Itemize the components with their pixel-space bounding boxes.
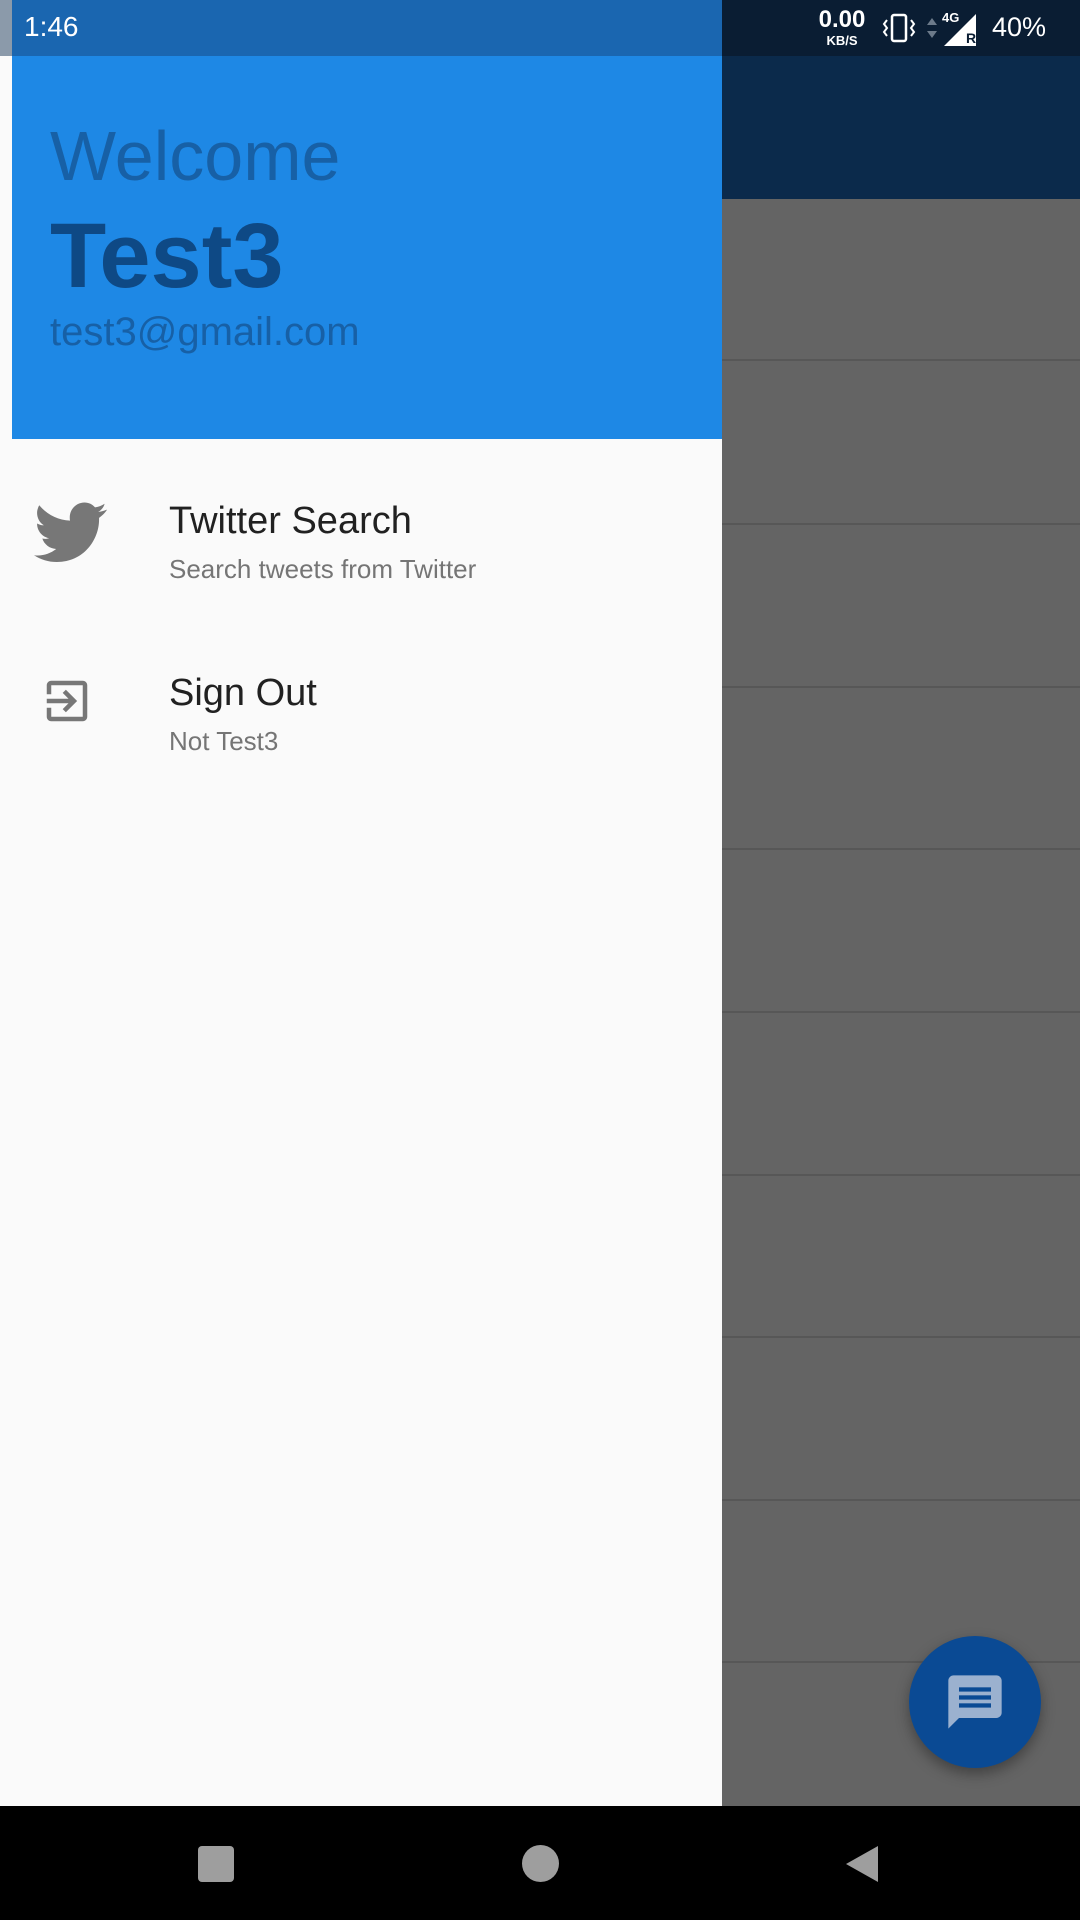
list-divider [722, 359, 1080, 361]
list-divider [722, 848, 1080, 850]
drawer-item-twitter-search[interactable]: Twitter Search Search tweets from Twitte… [0, 482, 722, 632]
drawer-item-subtitle: Search tweets from Twitter [169, 554, 477, 584]
drawer-item-title: Sign Out [169, 672, 317, 714]
list-divider [722, 1174, 1080, 1176]
list-divider [722, 523, 1080, 525]
vibrate-icon [882, 13, 916, 43]
back-button[interactable] [844, 1844, 880, 1884]
network-speed: 0.00 KB/S [812, 6, 872, 48]
sign-out-icon [46, 680, 88, 722]
recents-button[interactable] [198, 1846, 234, 1882]
twitter-bird-icon [34, 502, 107, 562]
drawer-header: Welcome Test3 test3@gmail.com [12, 56, 722, 439]
status-time: 1:46 [24, 11, 79, 42]
data-arrows-icon [927, 18, 937, 38]
system-navigation-bar [0, 1806, 1080, 1920]
network-speed-unit: KB/S [826, 33, 858, 48]
list-divider [722, 1499, 1080, 1501]
status-bar: 1:46 0.00 KB/S 4G R 40% [0, 0, 1080, 56]
welcome-text: Welcome [50, 117, 341, 195]
new-message-fab[interactable] [909, 1636, 1041, 1768]
list-divider [722, 1011, 1080, 1013]
network-speed-value: 0.00 [818, 6, 866, 33]
list-divider [722, 1336, 1080, 1338]
account-name: Test3 [50, 205, 284, 307]
navigation-drawer: Welcome Test3 test3@gmail.com Twitter Se… [0, 0, 722, 1806]
status-bar-left [0, 0, 722, 56]
drawer-item-subtitle: Not Test3 [169, 726, 279, 756]
roaming-indicator: R [966, 30, 977, 46]
battery-level: 40% [992, 12, 1047, 42]
list-divider [722, 686, 1080, 688]
status-bar-edge [0, 0, 12, 56]
drawer-item-title: Twitter Search [169, 500, 412, 542]
chat-icon [948, 1675, 1002, 1729]
account-email: test3@gmail.com [50, 310, 360, 354]
drawer-item-sign-out[interactable]: Sign Out Not Test3 [0, 654, 722, 804]
home-button[interactable] [522, 1845, 559, 1882]
